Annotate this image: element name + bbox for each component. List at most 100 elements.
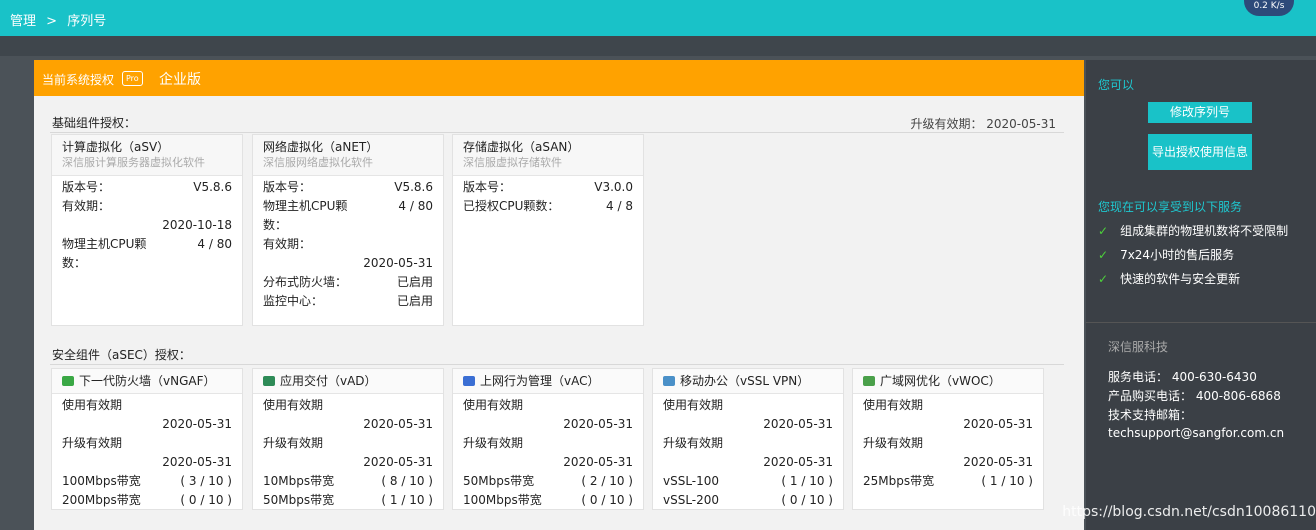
basic-section-title: 基础组件授权： <box>52 116 137 130</box>
asan-version: V3.0.0 <box>594 180 633 194</box>
anet-cpu: 4 / 80 <box>398 199 433 213</box>
bandwidth-count: ( 8 / 10 ) <box>381 474 433 488</box>
asv-cpu-label: 物理主机CPU颗 <box>62 237 147 251</box>
divider <box>1086 322 1316 323</box>
bandwidth-label: 100Mbps带宽 <box>463 493 542 507</box>
services-title: 您现在可以享受到以下服务 <box>1098 200 1243 214</box>
asv-card: 计算虚拟化（aSV） 深信服计算服务器虚拟化软件 版本号： V5.8.6 有效期：… <box>51 134 243 326</box>
sales-phone: 产品购买电话： 400-806-6868 <box>1108 389 1281 403</box>
bandwidth-label: 200Mbps带宽 <box>62 493 141 507</box>
export-license-button[interactable]: 导出授权使用信息 <box>1148 134 1252 170</box>
use-validity-label: 使用有效期 <box>62 398 123 412</box>
service-item: ✓ 组成集群的物理机数将不受限制 <box>1098 224 1289 238</box>
anet-card: 网络虚拟化（aNET） 深信服网络虚拟化软件 版本号： V5.8.6 物理主机CP… <box>252 134 444 326</box>
service-phone: 服务电话： 400-630-6430 <box>1108 370 1257 384</box>
card-title: 下一代防火墙（vNGAF） <box>79 374 216 388</box>
anet-cpu-label-2: 数： <box>263 218 288 232</box>
support-email-label: 技术支持邮箱： <box>1108 408 1193 422</box>
asv-title: 计算虚拟化（aSV） <box>62 140 170 154</box>
asan-cpu-label: 已授权CPU颗数： <box>463 199 560 213</box>
use-validity: 2020-05-31 <box>363 417 433 431</box>
url-watermark: https://blog.csdn.net/csdn10086110 <box>1062 504 1316 520</box>
anet-firewall-label: 分布式防火墙： <box>263 275 348 289</box>
bandwidth-label: 100Mbps带宽 <box>62 474 141 488</box>
anet-title: 网络虚拟化（aNET） <box>263 140 379 154</box>
security-card-vad: 应用交付（vAD） 使用有效期 2020-05-31 升级有效期 2020-05… <box>252 368 444 510</box>
anet-version-label: 版本号： <box>263 180 312 194</box>
license-label: vSSL-100 <box>663 474 720 488</box>
anet-valid-label: 有效期： <box>263 237 312 251</box>
shield-icon <box>463 376 475 386</box>
asv-subtitle: 深信服计算服务器虚拟化软件 <box>62 156 205 169</box>
security-card-vngaf: 下一代防火墙（vNGAF） 使用有效期 2020-05-31 升级有效期 202… <box>51 368 243 510</box>
asv-version-label: 版本号： <box>62 180 111 194</box>
use-validity: 2020-05-31 <box>763 417 833 431</box>
header-shadow <box>0 36 1316 56</box>
card-title: 移动办公（vSSL VPN） <box>680 374 810 388</box>
upgrade-validity-label: 升级有效期 <box>463 436 524 450</box>
bandwidth-count: ( 1 / 10 ) <box>381 493 433 507</box>
bandwidth-label: 50Mbps带宽 <box>263 493 335 507</box>
asan-card: 存储虚拟化（aSAN） 深信服虚拟存储软件 版本号： V3.0.0 已授权CPU颗… <box>452 134 644 326</box>
asan-cpu: 4 / 8 <box>606 199 633 213</box>
check-icon: ✓ <box>1098 224 1109 238</box>
use-validity-label: 使用有效期 <box>463 398 524 412</box>
bandwidth-count: ( 3 / 10 ) <box>180 474 232 488</box>
service-item: ✓ 快速的软件与安全更新 <box>1098 272 1241 286</box>
check-icon: ✓ <box>1098 272 1109 286</box>
upgrade-validity-label: 升级有效期 <box>263 436 324 450</box>
check-icon: ✓ <box>1098 248 1109 262</box>
breadcrumb: 管理 > 序列号 <box>10 10 112 29</box>
edition-label: 企业版 <box>159 72 201 88</box>
divider <box>50 364 1064 365</box>
use-validity: 2020-05-31 <box>963 417 1033 431</box>
asv-valid: 2020-10-18 <box>162 218 232 232</box>
network-speed-badge: 0.2 K/s <box>1244 0 1294 16</box>
bandwidth-count: ( 1 / 10 ) <box>981 474 1033 488</box>
app-delivery-icon <box>263 376 275 386</box>
asv-cpu: 4 / 80 <box>197 237 232 251</box>
license-count: ( 0 / 10 ) <box>781 493 833 507</box>
top-bar: 管理 > 序列号 0.2 K/s <box>0 0 1316 36</box>
bandwidth-count: ( 2 / 10 ) <box>581 474 633 488</box>
anet-monitor-label: 监控中心： <box>263 294 324 308</box>
use-validity-label: 使用有效期 <box>663 398 724 412</box>
asan-subtitle: 深信服虚拟存储软件 <box>463 156 562 169</box>
license-panel: 当前系统授权 Pro 企业版 基础组件授权： 升级有效期： 2020-05-31… <box>34 60 1084 530</box>
anet-firewall-status: 已启用 <box>396 275 433 289</box>
asan-version-label: 版本号： <box>463 180 512 194</box>
sidebar-actions-title: 您可以 <box>1098 78 1135 92</box>
firewall-icon <box>62 376 74 386</box>
upgrade-validity: 2020-05-31 <box>563 455 633 469</box>
card-title: 应用交付（vAD） <box>280 374 377 388</box>
upgrade-validity-label: 升级有效期 <box>62 436 123 450</box>
divider <box>50 132 1064 133</box>
sidebar: 您可以 修改序列号 导出授权使用信息 您现在可以享受到以下服务 ✓ 组成集群的物理… <box>1086 60 1316 530</box>
breadcrumb-root[interactable]: 管理 <box>10 14 36 29</box>
card-title: 上网行为管理（vAC） <box>480 374 600 388</box>
company-name: 深信服科技 <box>1108 340 1169 354</box>
anet-subtitle: 深信服网络虚拟化软件 <box>263 156 373 169</box>
upgrade-validity: 升级有效期： 2020-05-31 <box>910 117 1056 131</box>
asan-title: 存储虚拟化（aSAN） <box>463 140 580 154</box>
license-bar: 当前系统授权 Pro 企业版 <box>34 60 1084 96</box>
upgrade-validity-label: 升级有效期 <box>863 436 924 450</box>
asv-valid-label: 有效期： <box>62 199 111 213</box>
upgrade-validity: 2020-05-31 <box>963 455 1033 469</box>
security-card-vwoc: 广域网优化（vWOC） 使用有效期 2020-05-31 升级有效期 2020-… <box>852 368 1044 510</box>
bandwidth-count: ( 0 / 10 ) <box>180 493 232 507</box>
anet-monitor-status: 已启用 <box>396 294 433 308</box>
support-email[interactable]: techsupport@sangfor.com.cn <box>1108 426 1284 440</box>
anet-valid: 2020-05-31 <box>363 256 433 270</box>
upgrade-validity: 2020-05-31 <box>162 455 232 469</box>
use-validity-label: 使用有效期 <box>863 398 924 412</box>
pro-icon: Pro <box>122 71 143 86</box>
upgrade-validity: 2020-05-31 <box>763 455 833 469</box>
upgrade-validity-label: 升级有效期 <box>663 436 724 450</box>
breadcrumb-separator: > <box>46 14 58 29</box>
security-section-title: 安全组件（aSEC）授权： <box>52 348 191 362</box>
anet-cpu-label: 物理主机CPU颗 <box>263 199 348 213</box>
modify-serial-button[interactable]: 修改序列号 <box>1148 102 1252 123</box>
mobile-office-icon <box>663 376 675 386</box>
service-item: ✓ 7x24小时的售后服务 <box>1098 248 1235 262</box>
